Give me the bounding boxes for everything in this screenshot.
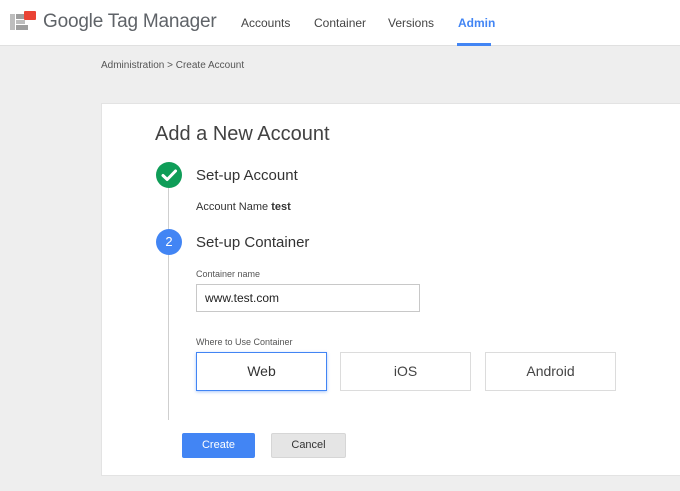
- account-name-value: test: [271, 201, 291, 213]
- platform-web-option[interactable]: Web: [196, 352, 327, 391]
- check-icon: [161, 169, 177, 181]
- nav-versions[interactable]: Versions: [388, 16, 434, 30]
- cancel-button[interactable]: Cancel: [271, 433, 346, 458]
- container-name-input[interactable]: www.test.com: [196, 284, 420, 312]
- breadcrumb: Administration > Create Account: [101, 60, 245, 71]
- where-to-use-label: Where to Use Container: [196, 337, 293, 347]
- app-title[interactable]: Google Tag Manager: [43, 11, 217, 33]
- nav-accounts[interactable]: Accounts: [241, 16, 290, 30]
- step-2-title: Set-up Container: [196, 234, 310, 251]
- active-tab-indicator: [457, 43, 491, 46]
- page-title: Add a New Account: [155, 123, 330, 145]
- platform-android-option[interactable]: Android: [485, 352, 616, 391]
- container-name-label: Container name: [196, 269, 261, 279]
- nav-admin[interactable]: Admin: [458, 16, 495, 30]
- platform-ios-option[interactable]: iOS: [340, 352, 471, 391]
- step-1-title: Set-up Account: [196, 167, 298, 184]
- step-complete-badge: [156, 162, 182, 188]
- step-2-badge: 2: [156, 229, 182, 255]
- top-app-bar: Google Tag Manager Accounts Container Ve…: [0, 0, 680, 46]
- account-name-summary: Account Name test: [196, 201, 291, 213]
- nav-container[interactable]: Container: [314, 16, 366, 30]
- create-button[interactable]: Create: [182, 433, 255, 458]
- account-name-label: Account Name: [196, 201, 269, 213]
- gtm-logo-icon[interactable]: [10, 11, 36, 33]
- stepper-line: [168, 188, 169, 420]
